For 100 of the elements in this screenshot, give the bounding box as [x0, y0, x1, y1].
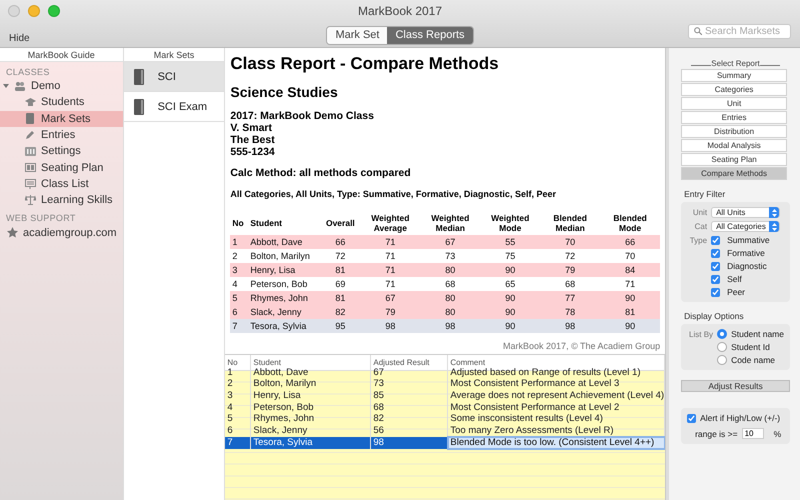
disclosure-icon[interactable]	[3, 83, 9, 90]
minimize-button[interactable]	[28, 5, 40, 17]
table-cell[interactable]: Bolton, Marilyn	[251, 378, 372, 390]
table-cell[interactable]: 7	[225, 436, 252, 448]
table-cell[interactable]: 1	[225, 366, 252, 378]
sidebar-item[interactable]: Settings	[0, 143, 123, 160]
sidebar-item[interactable]: Class List	[0, 176, 123, 192]
filter-line: All Categories, All Units, Type: Summative, Formative, Diagnostic, Self, Peer	[230, 189, 557, 199]
table-cell: 90	[480, 319, 540, 333]
sidebar-item[interactable]: Seating Plan	[0, 159, 123, 176]
table-cell[interactable]: 2	[225, 378, 252, 390]
adjust-results-button[interactable]: Adjust Results	[681, 380, 790, 392]
checkbox-label: Alert if High/Low (+/-)	[700, 413, 780, 423]
table-cell: 82	[320, 305, 360, 319]
report-button[interactable]: Seating Plan	[681, 153, 788, 166]
table-cell[interactable]: 85	[371, 390, 448, 402]
column-header: Weighted Average	[370, 212, 410, 235]
table-cell[interactable]: Rhymes, John	[251, 413, 372, 426]
report-subtitle: Science Studies	[230, 84, 339, 100]
range-field[interactable]: 10	[742, 428, 764, 439]
table-cell: 80	[420, 291, 480, 305]
column-header: Blended Mode	[612, 212, 648, 235]
checkbox[interactable]	[687, 414, 696, 422]
sidebar-item[interactable]: Learning Skills	[0, 192, 123, 208]
field-label: Unit	[692, 208, 708, 217]
table-cell[interactable]: 67	[371, 366, 448, 378]
report-button[interactable]: Categories	[681, 83, 788, 96]
table-cell[interactable]: Henry, Lisa	[251, 390, 372, 402]
table-cell: 90	[600, 319, 660, 333]
checkbox-label: Formative	[727, 248, 765, 258]
report-button[interactable]: Summary	[681, 69, 788, 82]
dropdown[interactable]: All Units	[711, 207, 780, 218]
report-button[interactable]: Distribution	[681, 125, 788, 138]
report-button[interactable]: Entries	[681, 111, 788, 124]
table-cell: 67	[420, 235, 480, 249]
radio-button[interactable]	[717, 329, 728, 339]
zoom-button[interactable]	[48, 5, 60, 17]
search-field[interactable]: Search Marksets	[688, 24, 791, 38]
table-cell: 90	[600, 291, 660, 305]
book-icon	[134, 98, 144, 114]
report-button[interactable]: Compare Methods	[681, 167, 788, 180]
table-cell[interactable]: 82	[371, 413, 448, 426]
stepper-icon	[769, 207, 780, 218]
seating-icon	[24, 163, 36, 172]
section-title: WEB SUPPORT	[5, 212, 77, 224]
checkbox[interactable]	[711, 236, 720, 244]
table-cell: Tesora, Sylvia	[248, 319, 320, 333]
table-cell: 98	[540, 319, 600, 333]
sidebar-item[interactable]: acadiemgroup.com	[0, 224, 123, 241]
table-cell: 84	[600, 263, 660, 277]
table-cell: 80	[420, 305, 480, 319]
table-cell: 55	[480, 235, 540, 249]
mark-set-item[interactable]: SCI	[124, 62, 224, 92]
checkbox[interactable]	[711, 274, 720, 284]
checkbox[interactable]	[711, 262, 720, 270]
pencil-icon	[24, 130, 36, 140]
field-label: Type	[688, 236, 708, 244]
sidebar-item[interactable]: Demo	[0, 78, 123, 94]
radio-label: Code name	[731, 355, 776, 365]
checkbox[interactable]	[711, 248, 720, 258]
hide-button[interactable]: Hide	[0, 33, 326, 48]
window-title: MarkBook 2017	[356, 4, 444, 18]
section-title: CLASSES	[5, 66, 51, 78]
section-title: Select Report	[711, 59, 760, 68]
dropdown[interactable]: All Categories	[711, 221, 780, 232]
report-button[interactable]: Modal Analysis	[681, 139, 788, 152]
radio-button[interactable]	[717, 355, 728, 365]
table-cell[interactable]: Tesora, Sylvia	[251, 436, 372, 448]
sidebar-item[interactable]: Entries	[0, 126, 123, 144]
table-cell[interactable]: 4	[225, 402, 252, 414]
table-cell[interactable]: 73	[371, 378, 448, 390]
column-header: Weighted Mode	[490, 212, 530, 235]
table-cell[interactable]: 68	[371, 402, 448, 414]
board-icon	[24, 178, 36, 189]
tab[interactable]: Class Reports	[387, 26, 473, 44]
table-cell[interactable]: Blended Mode is too low. (Consistent Level 4++)	[448, 436, 666, 448]
report-button[interactable]: Unit	[681, 97, 788, 110]
tab[interactable]: Mark Set	[327, 26, 388, 44]
info-line: The Best	[230, 134, 276, 146]
table-cell: 6	[230, 305, 248, 319]
sliders-icon	[24, 146, 36, 156]
column-header: Overall	[324, 217, 356, 230]
group-title: Entry Filter	[684, 189, 726, 199]
table-cell: 81	[320, 291, 360, 305]
table-cell: 70	[540, 235, 600, 249]
sidebar-item[interactable]: Students	[0, 94, 123, 111]
table-cell[interactable]: 5	[225, 413, 252, 426]
radio-button[interactable]	[717, 342, 728, 352]
scale-icon	[24, 195, 36, 206]
table-cell: 67	[360, 291, 420, 305]
table-cell: 71	[360, 235, 420, 249]
table-cell: 71	[360, 263, 420, 277]
sidebar-item[interactable]: Mark Sets	[0, 110, 123, 127]
table-cell[interactable]: Peterson, Bob	[251, 402, 372, 414]
table-cell[interactable]: 3	[225, 390, 252, 402]
table-cell: 7	[230, 319, 248, 333]
table-cell[interactable]: 98	[371, 436, 448, 448]
table-cell: 90	[480, 305, 540, 319]
table-cell: 3	[230, 263, 248, 277]
checkbox[interactable]	[711, 288, 720, 296]
